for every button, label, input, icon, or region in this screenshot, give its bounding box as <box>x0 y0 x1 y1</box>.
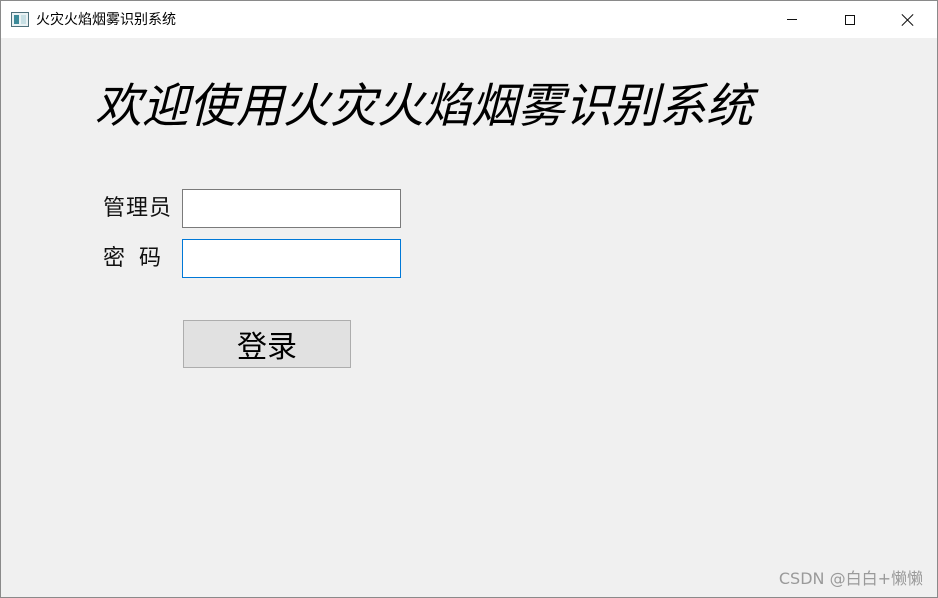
login-window: 火灾火焰烟雾识别系统 欢迎使用火灾火焰烟雾识别系统 管理员 密 码 登录 CSD… <box>0 0 938 598</box>
title-bar[interactable]: 火灾火焰烟雾识别系统 <box>1 1 937 38</box>
app-window-icon <box>11 12 29 27</box>
minimize-button[interactable] <box>763 1 821 38</box>
maximize-button[interactable] <box>821 1 879 38</box>
maximize-icon <box>845 14 855 25</box>
watermark-text: CSDN @白白+懒懒 <box>778 569 923 588</box>
minimize-icon <box>787 19 797 20</box>
admin-input[interactable] <box>182 189 401 228</box>
password-label: 密 码 <box>103 246 161 271</box>
welcome-heading: 欢迎使用火灾火焰烟雾识别系统 <box>95 79 753 134</box>
password-input[interactable] <box>182 239 401 278</box>
admin-label: 管理员 <box>103 196 173 221</box>
close-icon <box>901 13 915 27</box>
login-button[interactable]: 登录 <box>183 320 351 368</box>
close-button[interactable] <box>879 1 937 38</box>
window-title: 火灾火焰烟雾识别系统 <box>36 12 176 28</box>
